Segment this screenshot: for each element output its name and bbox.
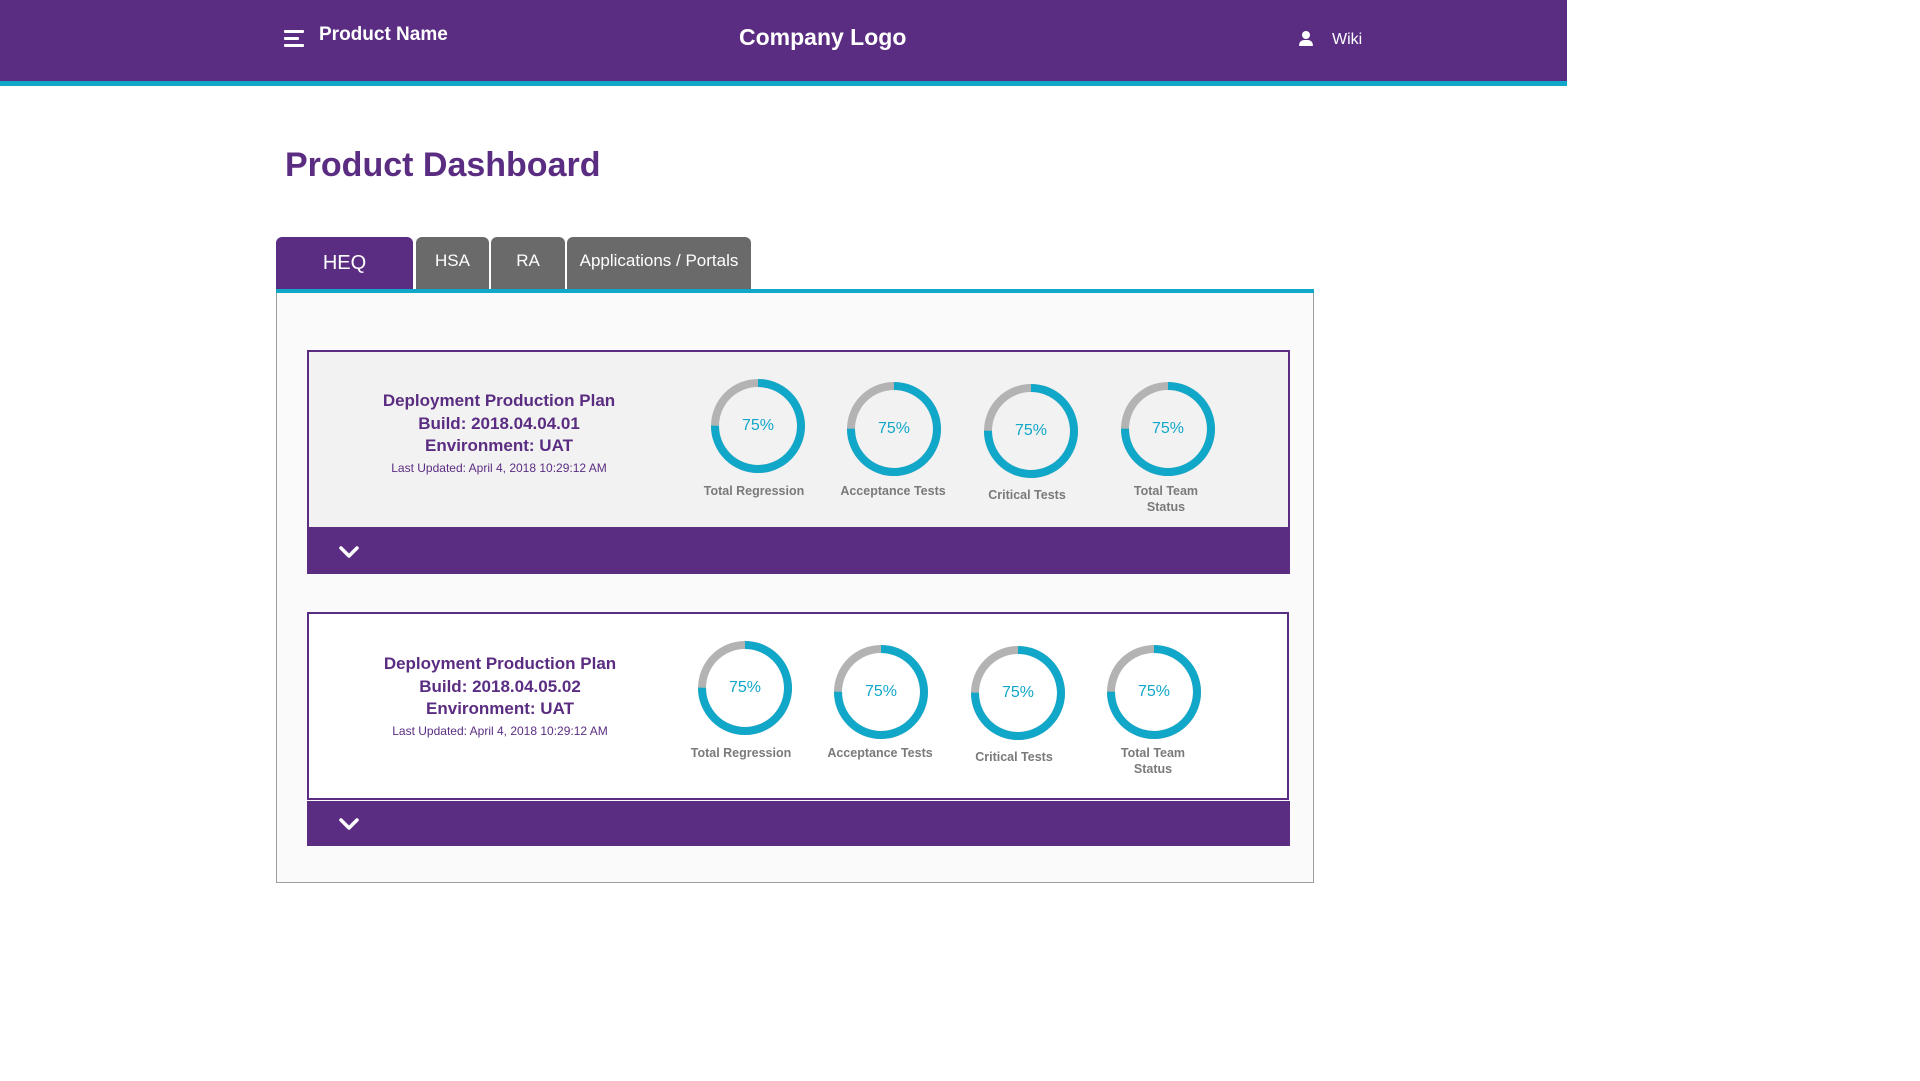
expand-toggle-bar[interactable] xyxy=(307,529,1290,574)
metric-label: Acceptance Tests xyxy=(840,484,946,498)
metric-label: Total Regression xyxy=(690,746,792,760)
progress-ring-acceptance-tests: 75% xyxy=(834,645,928,739)
progress-ring-total-regression: 75% xyxy=(711,379,805,473)
user-icon[interactable] xyxy=(1299,31,1313,47)
ring-value-text: 75% xyxy=(864,683,898,700)
metric-label: Critical Tests xyxy=(975,750,1053,764)
metric-label: Total Regression xyxy=(703,484,805,498)
build-number: Build: 2018.04.05.02 xyxy=(419,676,581,696)
ring-value-text: 75% xyxy=(1151,420,1185,437)
expand-toggle-bar[interactable] xyxy=(307,801,1290,846)
progress-ring-critical-tests: 75% xyxy=(984,384,1078,478)
tab-applications-portals[interactable]: Applications / Portals xyxy=(567,237,751,289)
chevron-down-icon[interactable] xyxy=(339,546,359,560)
tab-heq[interactable]: HEQ xyxy=(276,237,413,290)
progress-ring-total-team-status: 75% xyxy=(1121,382,1215,476)
progress-ring-total-regression: 75% xyxy=(698,641,792,735)
last-updated: Last Updated: April 4, 2018 10:29:12 AM xyxy=(391,460,607,475)
metric-label: Critical Tests xyxy=(988,488,1066,502)
metric-label: Total Team Status xyxy=(1133,484,1199,514)
progress-ring-critical-tests: 75% xyxy=(971,646,1065,740)
environment: Environment: UAT xyxy=(425,436,573,455)
ring-value-text: 75% xyxy=(741,417,775,434)
plan-title: Deployment Production Plan xyxy=(383,654,617,673)
tab-hsa[interactable]: HSA xyxy=(416,237,489,289)
header-accent-line xyxy=(0,81,1567,86)
progress-ring-total-team-status: 75% xyxy=(1107,645,1201,739)
company-logo: Company Logo xyxy=(739,24,907,50)
ring-value-text: 75% xyxy=(728,679,762,696)
metric-label: Total Team Status xyxy=(1120,746,1186,776)
product-name-link[interactable]: Product Name xyxy=(319,24,448,46)
deployment-info: Deployment Production Plan Build: 2018.0… xyxy=(366,390,632,475)
environment: Environment: UAT xyxy=(426,699,574,718)
metric-label: Acceptance Tests xyxy=(827,746,933,760)
ring-value-text: 75% xyxy=(877,420,911,437)
ring-value-text: 75% xyxy=(1001,684,1035,701)
ring-value-text: 75% xyxy=(1014,422,1048,439)
ring-value-text: 75% xyxy=(1137,683,1171,700)
build-number: Build: 2018.04.04.01 xyxy=(418,413,580,433)
plan-title: Deployment Production Plan xyxy=(382,391,616,410)
hamburger-menu-icon[interactable] xyxy=(284,29,304,49)
tab-ra[interactable]: RA xyxy=(491,237,565,289)
deployment-info: Deployment Production Plan Build: 2018.0… xyxy=(367,653,633,738)
wiki-link[interactable]: Wiki xyxy=(1332,31,1362,49)
last-updated: Last Updated: April 4, 2018 10:29:12 AM xyxy=(392,723,608,738)
progress-ring-acceptance-tests: 75% xyxy=(847,382,941,476)
chevron-down-icon[interactable] xyxy=(339,818,359,832)
page-title: Product Dashboard xyxy=(285,146,601,184)
